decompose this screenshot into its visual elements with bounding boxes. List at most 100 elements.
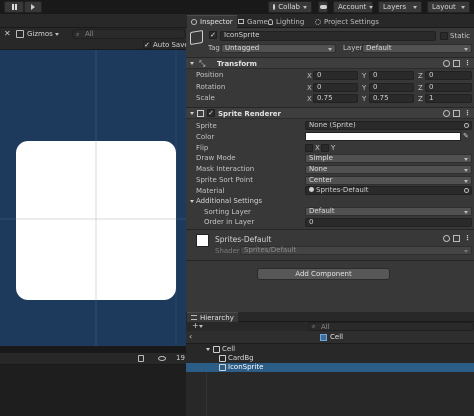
hierarchy-item-cell[interactable]: Cell <box>186 345 474 354</box>
mask-interaction-dropdown[interactable]: None <box>305 165 472 174</box>
tab-inspector[interactable]: Inspector <box>187 15 237 28</box>
position-label: Position <box>196 71 224 79</box>
chevron-down-icon <box>464 180 468 183</box>
help-icon[interactable] <box>443 60 450 67</box>
hierarchy-toolbar: + ⌕ All <box>186 322 474 331</box>
rotation-x-axis: X <box>307 84 312 92</box>
step-icon <box>31 4 35 10</box>
color-swatch[interactable] <box>305 132 461 141</box>
draw-mode-dropdown[interactable]: Simple <box>305 154 472 163</box>
hierarchy-item-cardbg[interactable]: CardBg <box>186 354 474 363</box>
more-icon[interactable]: ⋮ <box>464 235 471 242</box>
scale-x-axis: X <box>307 95 312 103</box>
chevron-down-icon[interactable] <box>190 200 194 203</box>
hierarchy-tab-bar: Hierarchy <box>186 312 474 322</box>
layers-dropdown[interactable]: Layers <box>378 1 422 13</box>
gizmos-dropdown[interactable]: Gizmos <box>27 30 59 39</box>
collab-button[interactable]: Collab <box>268 1 312 13</box>
object-picker-icon[interactable] <box>464 123 469 128</box>
sorting-layer-dropdown[interactable]: Default <box>305 207 472 216</box>
additional-settings-label[interactable]: Additional Settings <box>196 198 262 205</box>
gizmos-label: Gizmos <box>27 30 53 38</box>
preset-icon[interactable] <box>453 110 460 117</box>
scale-z-field[interactable]: 1 <box>425 94 472 103</box>
visible-count: 19 <box>176 354 185 362</box>
hierarchy-search-input[interactable]: ⌕ All <box>308 322 474 331</box>
more-icon[interactable]: ⋮ <box>464 110 471 117</box>
hierarchy-scene-header[interactable]: ‹ Cell <box>186 331 474 344</box>
account-dropdown[interactable]: Account <box>333 1 374 13</box>
order-in-layer-field[interactable]: 0 <box>305 218 472 227</box>
tag-label: Tag <box>208 44 220 52</box>
eye-icon[interactable] <box>158 356 166 361</box>
layers-label: Layers <box>383 3 407 11</box>
rotation-y-field[interactable]: 0 <box>369 83 414 92</box>
auto-save-checkbox[interactable]: ✓ <box>143 41 151 49</box>
help-icon[interactable] <box>443 235 450 242</box>
back-arrow-icon[interactable]: ‹ <box>189 333 192 341</box>
scene-name: Cell <box>330 333 344 341</box>
sprite-value: None (Sprite) <box>309 121 356 129</box>
help-icon[interactable] <box>443 110 450 117</box>
chevron-down-icon[interactable] <box>206 348 210 351</box>
cloud-button[interactable] <box>318 1 328 13</box>
position-z-field[interactable]: 0 <box>425 71 472 80</box>
scale-y-field[interactable]: 0.75 <box>369 94 414 103</box>
object-name-input[interactable]: IconSprite <box>220 31 436 41</box>
tab-project-settings[interactable]: Project Settings <box>311 15 383 28</box>
add-component-divider <box>186 260 474 261</box>
scale-x-field[interactable]: 0.75 <box>313 94 358 103</box>
material-preview <box>196 234 209 247</box>
static-checkbox[interactable] <box>440 32 448 40</box>
add-component-button[interactable]: Add Component <box>257 268 390 280</box>
eyedropper-icon[interactable]: ✎ <box>463 132 469 140</box>
material-icon <box>309 187 314 192</box>
tab-lighting[interactable]: Lighting <box>264 15 308 28</box>
flip-y-checkbox[interactable] <box>321 144 329 152</box>
scale-z-value: 1 <box>429 94 434 102</box>
sprite-object-field[interactable]: None (Sprite) <box>305 121 472 130</box>
position-y-field[interactable]: 0 <box>369 71 414 80</box>
scale-x-value: 0.75 <box>317 94 333 102</box>
position-z-axis: Z <box>418 72 423 80</box>
rotation-z-field[interactable]: 0 <box>425 83 472 92</box>
scene-subtoolbar: ✓ Auto Save <box>0 40 189 50</box>
preset-icon[interactable] <box>453 235 460 242</box>
pause-button[interactable] <box>4 1 24 13</box>
sprite-renderer-enabled-checkbox[interactable]: ✓ <box>207 109 215 117</box>
rotation-x-field[interactable]: 0 <box>313 83 358 92</box>
gameobject-icon <box>213 346 220 353</box>
tag-dropdown[interactable]: Untagged <box>221 44 336 53</box>
layout-dropdown[interactable]: Layout <box>427 1 470 13</box>
more-icon[interactable]: ⋮ <box>464 60 471 67</box>
tools-icon[interactable]: ✕ <box>4 30 12 38</box>
material-object-field[interactable]: Sprites-Default <box>305 186 472 195</box>
sort-point-dropdown[interactable]: Center <box>305 176 472 185</box>
add-icon[interactable]: + <box>192 322 199 330</box>
rotation-y-value: 0 <box>373 83 378 91</box>
transform-header[interactable]: ⤡ Transform ⋮ <box>186 57 474 69</box>
chevron-down-icon <box>464 250 468 253</box>
gizmo-settings-icon[interactable] <box>16 30 24 38</box>
sort-point-value: Center <box>309 176 333 184</box>
object-picker-icon[interactable] <box>464 188 469 193</box>
scene-search-input[interactable]: ⌕ All <box>72 29 186 39</box>
hierarchy-item-iconsprite[interactable]: IconSprite <box>186 363 474 372</box>
sprite-renderer-header[interactable]: ✓ Sprite Renderer ⋮ <box>186 107 474 119</box>
sprite-preview[interactable] <box>16 141 176 300</box>
chevron-down-icon[interactable] <box>199 325 203 328</box>
active-checkbox[interactable]: ✓ <box>209 31 217 39</box>
layer-dropdown[interactable]: Default <box>362 44 472 53</box>
chevron-down-icon <box>303 5 307 9</box>
layer-value: Default <box>366 44 392 52</box>
position-x-field[interactable]: 0 <box>313 71 358 80</box>
flip-x-checkbox[interactable] <box>305 144 313 152</box>
step-button[interactable] <box>24 1 42 13</box>
preset-icon[interactable] <box>453 60 460 67</box>
lock-icon[interactable] <box>138 355 144 362</box>
position-y-value: 0 <box>373 71 378 79</box>
search-icon: ⌕ <box>312 323 316 330</box>
flip-x-label: X <box>315 144 320 152</box>
hierarchy-indent-guide <box>206 372 207 416</box>
draw-mode-value: Simple <box>309 154 333 162</box>
